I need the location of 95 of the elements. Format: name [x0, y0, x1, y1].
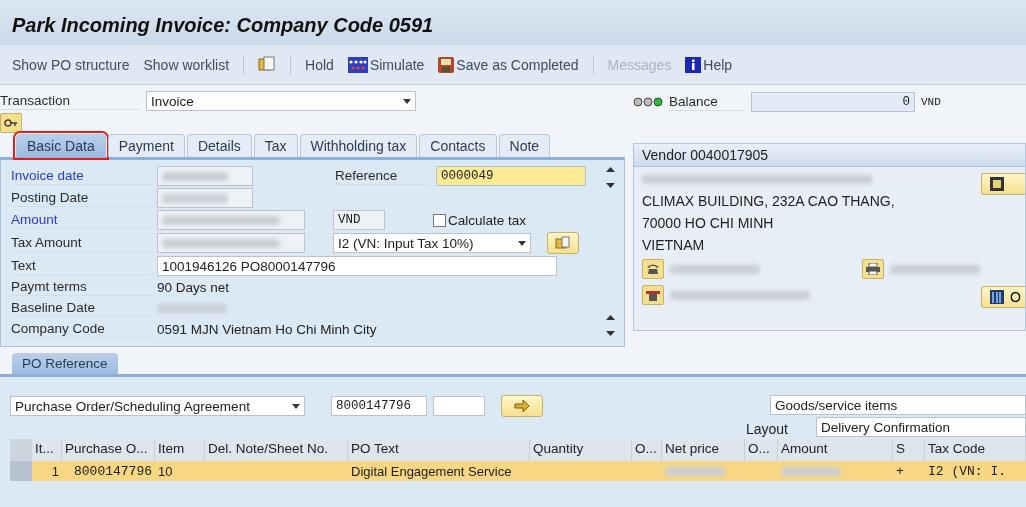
field-label: Reference [335, 167, 430, 185]
toolbar-button[interactable]: Simulate [347, 54, 425, 75]
column-header[interactable]: Tax Code [925, 439, 1026, 461]
tab[interactable]: Withholding tax [299, 134, 418, 157]
table-cell: Digital Engagement Service [348, 461, 530, 481]
checkbox-label: Calculate tax [448, 212, 527, 228]
layout-label: Layout [745, 421, 788, 437]
copy-icon[interactable] [258, 55, 277, 74]
checkbox[interactable] [433, 213, 446, 227]
redacted-value [781, 466, 841, 476]
dropdown-caret-icon[interactable] [518, 240, 526, 246]
toolbar-button[interactable]: Help [685, 54, 733, 75]
field-label: Posting Date [11, 189, 151, 207]
input-field[interactable] [433, 396, 485, 416]
tax-button[interactable] [547, 232, 579, 254]
tab[interactable]: Contacts [419, 134, 497, 157]
address-line: 70000 HO CHI MINH [642, 215, 775, 231]
reference-field[interactable]: 0000049 [436, 166, 586, 186]
header-corner [10, 439, 32, 461]
arrow-icon [514, 399, 530, 413]
toolbar-button[interactable]: Save as Completed [438, 54, 579, 75]
window-title: Park Incoming Invoice: Company Code 0591 [12, 14, 434, 37]
tax-code-dropdown[interactable]: I2 (VN: Input Tax 10%) [333, 233, 531, 253]
field-label: Amount [11, 211, 151, 229]
column-header[interactable]: Item [155, 439, 205, 461]
vendor-button[interactable]: O [981, 286, 1025, 308]
address-line: CLIMAX BUILDING, 232A CAO THANG, [642, 193, 896, 209]
scroll-arrows-icon[interactable] [605, 166, 615, 190]
redacted-value [665, 466, 725, 476]
column-header[interactable]: Amount [778, 439, 893, 461]
input-field[interactable] [157, 210, 305, 230]
phone-icon[interactable] [642, 259, 664, 279]
column-header[interactable]: Del. Note/Sheet No. [205, 439, 348, 461]
input-field[interactable] [157, 233, 305, 253]
transaction-dropdown[interactable]: Invoice [146, 91, 416, 111]
currency-field[interactable]: VND [333, 210, 385, 230]
table-cell: 10 [155, 461, 205, 481]
tab[interactable]: Payment [107, 134, 185, 157]
table-cell: 8000147796 [62, 461, 155, 481]
save-icon [438, 56, 455, 73]
currency-text: VND [921, 96, 941, 108]
column-header[interactable]: Purchase O... [62, 439, 155, 461]
field-label: Company Code [11, 320, 151, 338]
redacted-value [162, 193, 228, 203]
table-cell: 1 [32, 461, 62, 481]
column-header[interactable]: PO Text [348, 439, 530, 461]
table-cell: I2 (VN: I. [925, 461, 1026, 481]
layout-dropdown[interactable]: Delivery Confirmation [816, 417, 1026, 437]
tab[interactable]: Tax [253, 134, 298, 157]
printer-icon[interactable] [862, 259, 884, 279]
balance-field: 0 [751, 92, 915, 112]
toolbar-button[interactable]: Hold [305, 54, 334, 75]
key-icon[interactable] [0, 113, 22, 133]
toolbar-button[interactable]: Show worklist [143, 54, 230, 75]
columns-icon [990, 290, 1004, 304]
field-label: Paymt terms [11, 278, 151, 296]
info-icon [685, 56, 702, 73]
input-field[interactable] [157, 166, 253, 186]
reference-type-dropdown[interactable]: Purchase Order/Scheduling Agreement [10, 396, 305, 416]
dropdown-caret-icon[interactable] [292, 403, 300, 409]
field-value: 90 Days net [157, 279, 230, 295]
tab[interactable]: PO Reference [12, 353, 118, 374]
address-line: VIETNAM [642, 237, 706, 253]
column-header[interactable]: O... [632, 439, 662, 461]
column-header[interactable]: Quantity [530, 439, 632, 461]
field-label: Baseline Date [11, 299, 151, 317]
items-dropdown[interactable]: Goods/service items [770, 395, 1026, 415]
frame-icon [990, 177, 1004, 191]
field-label: Transaction [0, 92, 140, 110]
simulate-icon [347, 56, 368, 73]
scroll-arrows-icon[interactable] [605, 314, 615, 338]
copy-icon [555, 236, 571, 250]
input-field[interactable] [157, 188, 253, 208]
column-header[interactable]: S [893, 439, 925, 461]
vendor-button[interactable] [981, 173, 1025, 195]
redacted-value [162, 171, 228, 181]
field-value: 0591 MJN Vietnam Ho Chi Minh City [157, 321, 377, 337]
contact-icon[interactable] [642, 285, 664, 305]
column-header[interactable]: O... [745, 439, 778, 461]
status-lights-icon [633, 96, 663, 108]
field-label: Text [11, 257, 151, 275]
transfer-button[interactable] [501, 395, 543, 417]
field-label: Tax Amount [11, 234, 151, 252]
field-label: Invoice date [11, 167, 151, 185]
tab[interactable]: Note [498, 134, 551, 157]
text-field[interactable]: 1001946126 PO8000147796 [157, 256, 557, 276]
tab[interactable]: Basic Data [16, 134, 106, 157]
column-header[interactable]: It... [32, 439, 62, 461]
po-number-field[interactable]: 8000147796 [331, 396, 427, 416]
dropdown-caret-icon[interactable] [403, 98, 411, 104]
table-cell: + [893, 461, 925, 481]
tab[interactable]: Details [186, 134, 252, 157]
field-label: Balance [669, 93, 745, 111]
toolbar-button[interactable]: Show PO structure [12, 54, 130, 75]
column-header[interactable]: Net price [662, 439, 745, 461]
